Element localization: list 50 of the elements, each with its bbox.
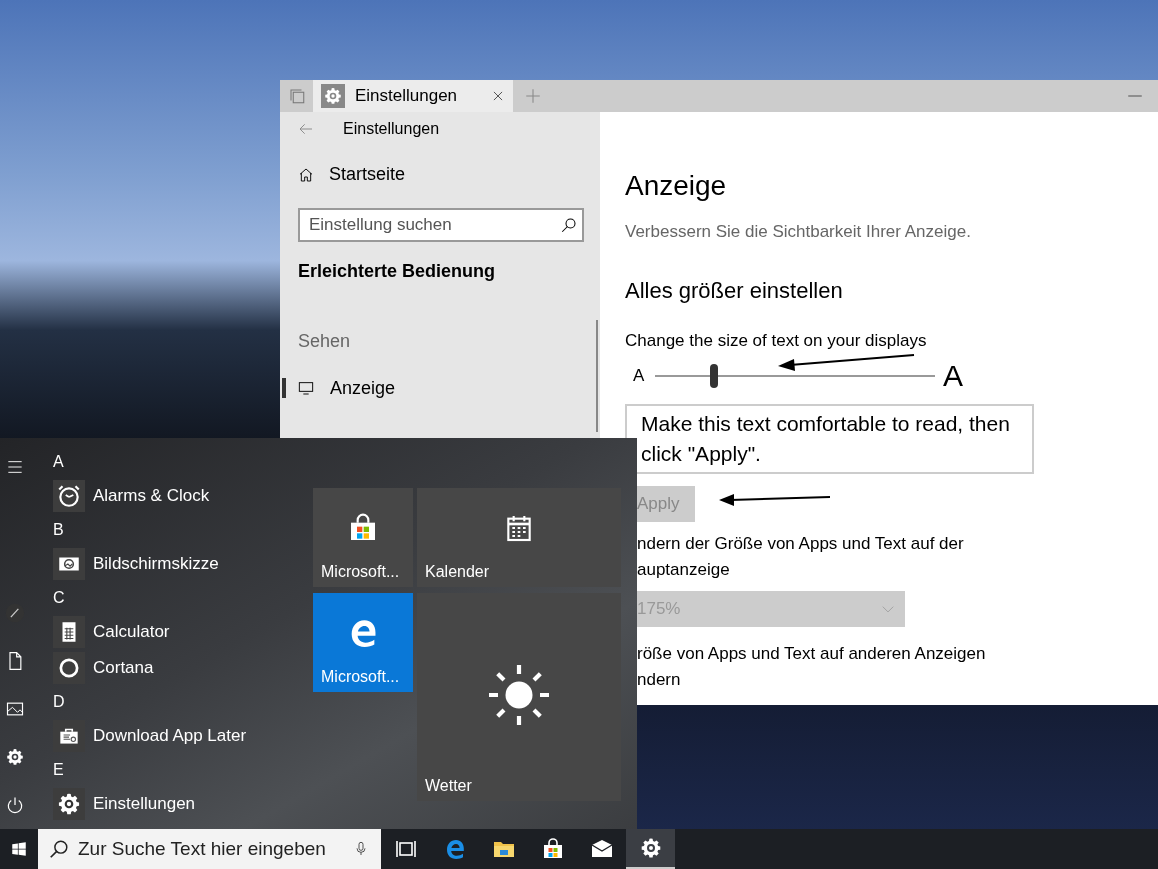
slider-thumb[interactable]	[709, 364, 718, 388]
section-heading: Alles größer einstellen	[625, 278, 844, 304]
page-title: Anzeige	[625, 169, 728, 203]
home-icon	[298, 166, 314, 183]
taskbar-search-field[interactable]: Zur Suche Text hier eingeben	[38, 829, 381, 869]
gear-icon	[321, 84, 345, 108]
letter-heading[interactable]: E	[53, 754, 64, 786]
letter-heading[interactable]: C	[53, 582, 65, 614]
app-list-item[interactable]: Download App Later	[93, 726, 247, 746]
large-letter: A	[943, 359, 963, 393]
app-title: Einstellungen	[343, 120, 440, 138]
app-list-item[interactable]: Bildschirmskizze	[93, 554, 219, 574]
taskbar-button[interactable]	[626, 829, 675, 869]
search-icon	[48, 838, 70, 860]
app-tile[interactable]: Wetter	[417, 593, 621, 801]
monitor-icon	[298, 380, 314, 396]
search-icon[interactable]	[560, 216, 578, 234]
app-list-item[interactable]: Cortana	[93, 658, 154, 678]
tab-title: Einstellungen	[355, 86, 459, 106]
app-tile[interactable]: Kalender	[417, 488, 621, 587]
tile-label: Wetter	[425, 777, 472, 795]
app-list-item[interactable]: Einstellungen	[93, 794, 196, 814]
small-letter: A	[632, 366, 646, 386]
group-heading: Sehen	[298, 331, 352, 352]
app-list-item[interactable]: Calculator	[93, 622, 170, 642]
setting-label: ndern der Größe von Apps und Text auf der auptanzeige	[636, 533, 965, 581]
window-tab[interactable]: Einstellungen	[313, 80, 513, 112]
settings-icon[interactable]	[5, 747, 25, 767]
search-field[interactable]: Einstellung suchen	[298, 208, 584, 242]
sample-text-box: Make this text comfortable to read, then click "Apply".	[625, 404, 1034, 474]
home-link[interactable]: Startseite	[298, 164, 584, 185]
letter-heading[interactable]: A	[53, 446, 64, 478]
section-heading: Erleichterte Bedienung	[298, 261, 497, 282]
app-tile[interactable]: Microsoft...	[313, 488, 413, 587]
menu-icon[interactable]	[5, 459, 25, 475]
nav-item[interactable]: Anzeige	[281, 376, 396, 400]
slider-label: Change the size of text on your displays	[625, 331, 928, 351]
app-tile[interactable]: Microsoft...	[313, 593, 413, 692]
power-icon[interactable]	[5, 795, 25, 815]
letter-heading[interactable]: D	[53, 686, 65, 718]
back-arrow-icon[interactable]	[298, 121, 314, 137]
page-subtitle: Verbessern Sie die Sichtbarkeit Ihrer Anzeige.	[625, 222, 972, 242]
tile-label: Microsoft...	[321, 668, 400, 686]
setting-label: röße von Apps und Text auf anderen Anzeigen ndern	[636, 643, 987, 691]
letter-heading[interactable]: B	[53, 514, 64, 546]
tile-label: Kalender	[425, 563, 490, 581]
close-icon[interactable]	[491, 89, 505, 103]
tile-label: Microsoft...	[321, 563, 400, 581]
windows-logo-icon	[10, 840, 28, 858]
app-list-item[interactable]: Alarms & Clock	[93, 486, 210, 506]
